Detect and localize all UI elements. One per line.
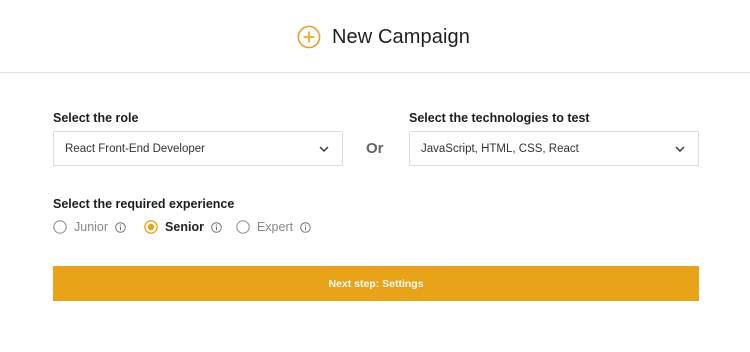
info-icon[interactable] bbox=[211, 221, 222, 233]
header-title-group: New Campaign bbox=[297, 24, 470, 50]
info-icon[interactable] bbox=[300, 221, 311, 233]
technologies-select-value: JavaScript, HTML, CSS, React bbox=[421, 142, 579, 155]
plus-circle-icon bbox=[297, 25, 321, 49]
experience-label: Select the required experience bbox=[53, 197, 235, 211]
chevron-down-icon bbox=[319, 146, 329, 152]
next-step-button[interactable]: Next step: Settings bbox=[53, 266, 699, 301]
radio-unchecked-icon[interactable] bbox=[53, 220, 67, 234]
role-label: Select the role bbox=[53, 111, 139, 125]
radio-label-expert: Expert bbox=[256, 220, 294, 234]
radio-option-expert[interactable]: Expert bbox=[236, 219, 311, 235]
technologies-select[interactable]: JavaScript, HTML, CSS, React bbox=[409, 131, 699, 166]
chevron-down-icon bbox=[675, 146, 685, 152]
or-separator: Or bbox=[366, 140, 384, 157]
experience-radio-group: Junior Senior Expert bbox=[53, 219, 311, 235]
radio-label-senior: Senior bbox=[165, 220, 204, 234]
page-header: New Campaign bbox=[0, 0, 750, 73]
radio-checked-icon[interactable] bbox=[144, 220, 158, 234]
role-select-value: React Front-End Developer bbox=[65, 142, 205, 155]
role-select[interactable]: React Front-End Developer bbox=[53, 131, 343, 166]
radio-option-junior[interactable]: Junior bbox=[53, 219, 126, 235]
radio-label-junior: Junior bbox=[74, 220, 109, 234]
radio-unchecked-icon[interactable] bbox=[236, 220, 250, 234]
page-title: New Campaign bbox=[332, 25, 470, 48]
info-icon[interactable] bbox=[115, 221, 126, 233]
technologies-label: Select the technologies to test bbox=[409, 111, 590, 125]
radio-option-senior[interactable]: Senior bbox=[144, 219, 222, 235]
